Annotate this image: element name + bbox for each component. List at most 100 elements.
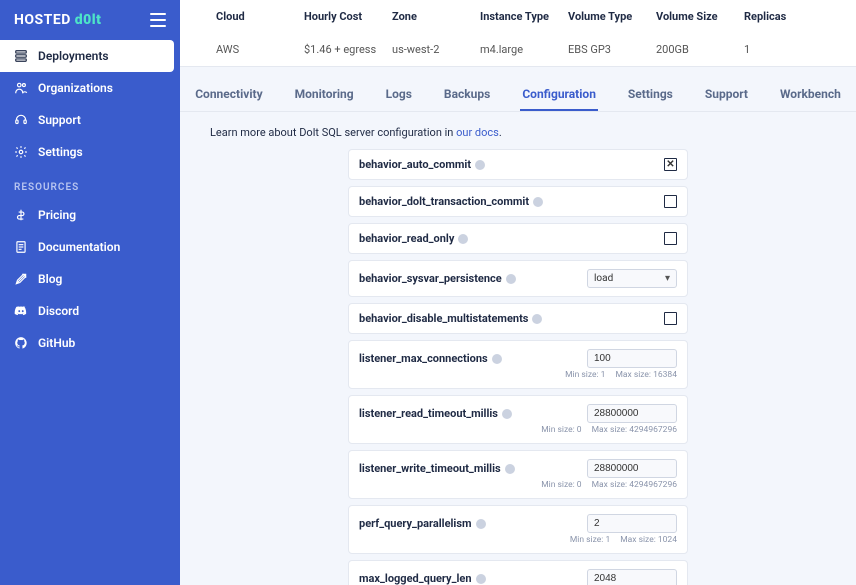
blog-icon xyxy=(14,272,28,286)
config-item-listener_write_timeout_millis: listener_write_timeout_millis Min size: 0… xyxy=(348,450,688,499)
sidebar-item-organizations[interactable]: Organizations xyxy=(0,72,180,104)
sidebar-item-github[interactable]: GitHub xyxy=(0,327,180,359)
info-header: Cloud xyxy=(210,0,298,33)
help-icon[interactable] xyxy=(533,197,543,207)
tab-backups[interactable]: Backups xyxy=(442,79,492,111)
documentation-icon xyxy=(14,240,28,254)
help-icon[interactable] xyxy=(492,354,502,364)
config-label: behavior_dolt_transaction_commit xyxy=(359,195,543,208)
nav-resources: Pricing Documentation Blog Discord GitHub xyxy=(0,199,180,359)
sidebar: HOSTED d0lt Deployments Organizations Supp… xyxy=(0,0,180,585)
config-label: behavior_read_only xyxy=(359,232,468,245)
checkbox-behavior_auto_commit[interactable] xyxy=(664,158,677,171)
config-label: behavior_disable_multistatements xyxy=(359,312,542,325)
tab-logs[interactable]: Logs xyxy=(384,79,414,111)
info-value: m4.large xyxy=(474,33,562,66)
input-max_logged_query_len[interactable] xyxy=(587,569,677,585)
config-item-behavior_sysvar_persistence: behavior_sysvar_persistence load xyxy=(348,260,688,297)
sidebar-item-label: Blog xyxy=(38,272,62,286)
tabs: Connectivity Monitoring Logs Backups Configu… xyxy=(180,67,856,112)
sidebar-item-settings[interactable]: Settings xyxy=(0,136,180,168)
help-icon[interactable] xyxy=(475,160,485,170)
sidebar-item-documentation[interactable]: Documentation xyxy=(0,231,180,263)
checkbox-behavior_read_only[interactable] xyxy=(664,232,677,245)
help-icon[interactable] xyxy=(505,464,515,474)
settings-icon xyxy=(14,145,28,159)
sidebar-item-label: Pricing xyxy=(38,208,76,222)
help-icon[interactable] xyxy=(458,234,468,244)
info-value: 1 xyxy=(738,33,826,66)
tab-support[interactable]: Support xyxy=(703,79,750,111)
select-behavior_sysvar_persistence[interactable]: load xyxy=(587,269,677,288)
tab-connectivity[interactable]: Connectivity xyxy=(193,79,264,111)
info-header: Instance Type xyxy=(474,0,562,33)
info-value: 200GB xyxy=(650,33,738,66)
help-icon[interactable] xyxy=(476,519,486,529)
sidebar-item-label: Deployments xyxy=(38,49,109,63)
checkbox-behavior_disable_multistatements[interactable] xyxy=(664,312,677,325)
sidebar-item-blog[interactable]: Blog xyxy=(0,263,180,295)
sidebar-item-deployments[interactable]: Deployments xyxy=(0,40,174,72)
pricing-icon xyxy=(14,208,28,222)
main-panel: CloudHourly CostZoneInstance TypeVolume … xyxy=(180,0,856,585)
tab-monitoring[interactable]: Monitoring xyxy=(293,79,356,111)
docs-link[interactable]: our docs xyxy=(456,126,499,139)
config-label: perf_query_parallelism xyxy=(359,517,486,530)
resources-label: RESOURCES xyxy=(0,168,180,199)
config-item-behavior_read_only: behavior_read_only xyxy=(348,223,688,254)
menu-toggle-icon[interactable] xyxy=(150,13,166,27)
sidebar-item-discord[interactable]: Discord xyxy=(0,295,180,327)
discord-icon xyxy=(14,304,28,318)
config-label: listener_write_timeout_millis xyxy=(359,462,515,475)
config-content: Learn more about Dolt SQL server configu… xyxy=(180,112,856,585)
config-item-behavior_auto_commit: behavior_auto_commit xyxy=(348,149,688,180)
config-label: listener_max_connections xyxy=(359,352,502,365)
input-listener_max_connections[interactable] xyxy=(587,349,677,368)
config-label: behavior_auto_commit xyxy=(359,158,485,171)
config-hint: Min size: 0Max size: 4294967296 xyxy=(359,480,677,490)
nav-main: Deployments Organizations Support Settings xyxy=(0,40,180,168)
info-header: Volume Size xyxy=(650,0,738,33)
support-icon xyxy=(14,113,28,127)
config-item-behavior_dolt_transaction_commit: behavior_dolt_transaction_commit xyxy=(348,186,688,217)
help-icon[interactable] xyxy=(532,314,542,324)
input-listener_read_timeout_millis[interactable] xyxy=(587,404,677,423)
checkbox-behavior_dolt_transaction_commit[interactable] xyxy=(664,195,677,208)
sidebar-item-support[interactable]: Support xyxy=(0,104,180,136)
info-header: Volume Type xyxy=(562,0,650,33)
sidebar-item-label: Documentation xyxy=(38,240,120,254)
config-item-perf_query_parallelism: perf_query_parallelism Min size: 1Max siz… xyxy=(348,505,688,554)
info-header: Hourly Cost xyxy=(298,0,386,33)
github-icon xyxy=(14,336,28,350)
config-item-listener_max_connections: listener_max_connections Min size: 1Max s… xyxy=(348,340,688,389)
info-header: Replicas xyxy=(738,0,826,33)
info-value: AWS xyxy=(210,33,298,66)
config-item-max_logged_query_len: max_logged_query_lenMin size: -1Max size… xyxy=(348,560,688,585)
sidebar-item-pricing[interactable]: Pricing xyxy=(0,199,180,231)
config-label: max_logged_query_len xyxy=(359,572,486,585)
config-item-listener_read_timeout_millis: listener_read_timeout_millis Min size: 0M… xyxy=(348,395,688,444)
config-hint: Min size: 1Max size: 1024 xyxy=(359,535,677,545)
info-value: EBS GP3 xyxy=(562,33,650,66)
config-hint: Min size: 1Max size: 16384 xyxy=(359,370,677,380)
deployments-icon xyxy=(14,49,28,63)
help-icon[interactable] xyxy=(476,574,486,584)
info-value: $1.46 + egress xyxy=(298,33,386,66)
organizations-icon xyxy=(14,81,28,95)
tab-configuration[interactable]: Configuration xyxy=(520,79,598,111)
instance-info: CloudHourly CostZoneInstance TypeVolume … xyxy=(180,0,856,67)
tab-settings[interactable]: Settings xyxy=(626,79,675,111)
sidebar-item-label: Organizations xyxy=(38,81,113,95)
logo[interactable]: HOSTED d0lt xyxy=(14,12,101,28)
help-icon[interactable] xyxy=(502,409,512,419)
config-hint: Min size: 0Max size: 4294967296 xyxy=(359,425,677,435)
config-label: listener_read_timeout_millis xyxy=(359,407,512,420)
input-listener_write_timeout_millis[interactable] xyxy=(587,459,677,478)
sidebar-item-label: GitHub xyxy=(38,336,75,350)
sidebar-item-label: Settings xyxy=(38,145,83,159)
config-label: behavior_sysvar_persistence xyxy=(359,272,516,285)
input-perf_query_parallelism[interactable] xyxy=(587,514,677,533)
help-icon[interactable] xyxy=(506,274,516,284)
sidebar-item-label: Support xyxy=(38,113,81,127)
tab-workbench[interactable]: Workbench xyxy=(778,79,843,111)
